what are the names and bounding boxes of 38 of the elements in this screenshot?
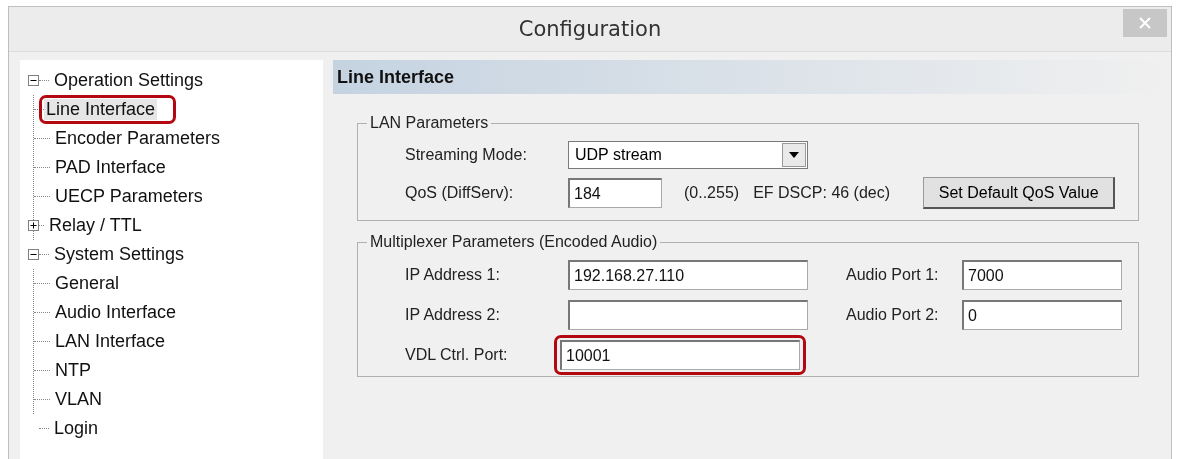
streaming-mode-dropdown[interactable]: UDP stream xyxy=(568,141,808,169)
text-field[interactable] xyxy=(568,300,808,330)
dscp-note: EF DSCP: 46 (dec) xyxy=(753,184,892,202)
collapse-icon[interactable] xyxy=(28,75,39,86)
tree-item[interactable]: Audio Interface xyxy=(53,302,179,323)
port-field[interactable]: 7000 xyxy=(962,260,1122,290)
text-field[interactable]: 10001 xyxy=(560,340,800,370)
set-default-qos-button[interactable]: Set Default QoS Value xyxy=(923,177,1116,209)
text-field[interactable]: 192.168.27.110 xyxy=(568,260,808,290)
field-label: IP Address 1: xyxy=(404,266,501,284)
group-title: Multiplexer Parameters (Encoded Audio) xyxy=(369,233,659,251)
tree-item[interactable]: VLAN xyxy=(53,389,105,410)
collapse-icon[interactable] xyxy=(28,249,39,260)
tree-item[interactable]: Operation Settings xyxy=(52,70,206,91)
port-field[interactable]: 0 xyxy=(962,300,1122,330)
tree-item[interactable]: Relay / TTL xyxy=(47,215,144,236)
group-title: LAN Parameters xyxy=(369,114,490,132)
tree-item[interactable]: PAD Interface xyxy=(53,157,168,178)
field-label: IP Address 2: xyxy=(404,306,501,324)
expand-icon[interactable] xyxy=(28,220,39,231)
field-label: Streaming Mode: xyxy=(404,146,528,164)
field-label: Audio Port 2: xyxy=(845,306,940,324)
tree-item[interactable]: LAN Interface xyxy=(53,331,168,352)
field-label: Audio Port 1: xyxy=(845,266,940,284)
window-title: Configuration xyxy=(518,17,662,41)
tree-item[interactable]: NTP xyxy=(53,360,93,381)
field-label: VDL Ctrl. Port: xyxy=(404,346,509,364)
tree-item[interactable]: UECP Parameters xyxy=(53,186,205,207)
dropdown-arrow-icon xyxy=(789,152,799,158)
tree-item[interactable]: General xyxy=(53,273,122,294)
tree-item[interactable]: Login xyxy=(52,418,101,439)
range-hint: (0..255) xyxy=(684,184,740,202)
tree-item[interactable]: Encoder Parameters xyxy=(53,128,223,149)
tree-item[interactable]: System Settings xyxy=(52,244,187,265)
tree-item[interactable]: Line Interface xyxy=(44,99,158,120)
close-icon xyxy=(1139,17,1151,29)
field-label: QoS (DiffServ): xyxy=(404,184,515,202)
qos-field[interactable]: 184 xyxy=(568,178,662,208)
